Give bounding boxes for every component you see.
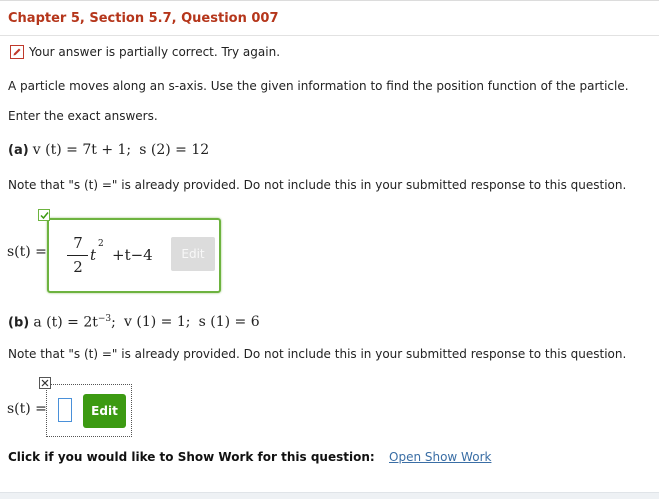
open-show-work-link[interactable]: Open Show Work <box>389 450 491 464</box>
cross-icon <box>39 377 51 389</box>
part-b-answer-label: s(t) = <box>7 401 47 417</box>
part-a-note: Note that "s (t) =" is already provided.… <box>8 178 627 192</box>
answer-variable: t <box>90 246 97 264</box>
part-b-heading: (b) a (t) = 2t−3; v (1) = 1; s (1) = 6 <box>8 314 260 330</box>
part-b-acceleration-exponent: −3 <box>97 314 112 324</box>
status-text: Your answer is partially correct. Try ag… <box>29 45 281 59</box>
pencil-icon <box>10 45 24 59</box>
top-border <box>0 0 659 1</box>
part-b-note: Note that "s (t) =" is already provided.… <box>8 347 627 361</box>
show-work-prompt: Click if you would like to Show Work for… <box>8 450 375 464</box>
part-a-answer-label: s(t) = <box>7 244 47 260</box>
title-divider <box>0 35 659 36</box>
page-title: Chapter 5, Section 5.7, Question 007 <box>8 11 279 26</box>
part-b-label: (b) <box>8 315 30 331</box>
part-b-acceleration-end: ; <box>111 314 116 331</box>
part-a-heading: (a) v (t) = 7t + 1; s (2) = 12 <box>8 142 209 158</box>
part-a-velocity: v (t) = 7t + 1; <box>32 142 132 158</box>
part-b-edit-button[interactable]: Edit <box>83 394 126 428</box>
part-b-velocity: v (1) = 1; <box>124 314 191 331</box>
part-a-edit-button[interactable]: Edit <box>171 237 215 271</box>
part-b-acceleration: a (t) = 2t <box>33 314 98 331</box>
part-b-input[interactable] <box>58 398 72 422</box>
problem-instruction: Enter the exact answers. <box>8 109 158 123</box>
answer-rest: +t−4 <box>112 246 153 264</box>
check-icon <box>38 209 50 221</box>
part-a-position: s (2) = 12 <box>139 142 210 158</box>
problem-statement: A particle moves along an s-axis. Use th… <box>8 79 629 93</box>
answer-exponent: 2 <box>98 239 104 249</box>
fraction-bar <box>67 255 88 256</box>
status-message: Your answer is partially correct. Try ag… <box>10 43 280 61</box>
part-a-label: (a) <box>8 143 29 158</box>
fraction-numerator: 7 <box>73 234 83 252</box>
part-b-position: s (1) = 6 <box>198 314 260 331</box>
fraction-denominator: 2 <box>73 258 83 276</box>
